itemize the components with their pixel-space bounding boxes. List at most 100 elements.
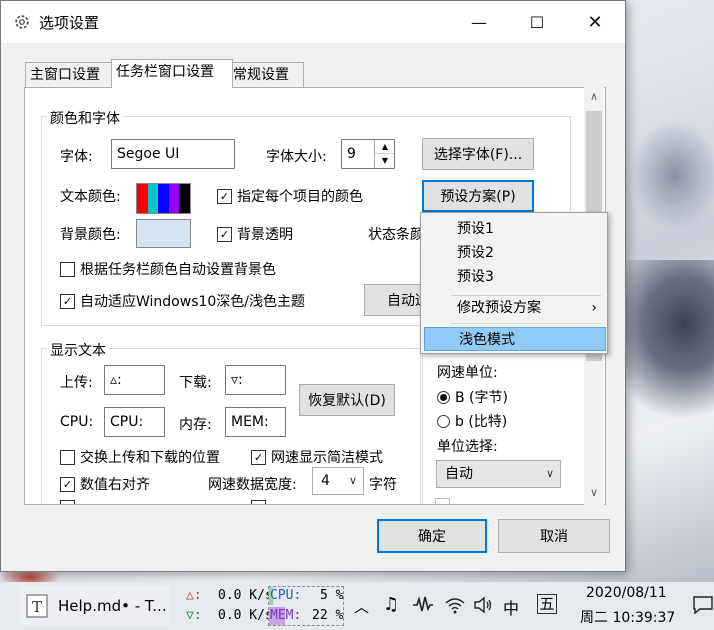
- settings-gear-icon: [15, 15, 29, 29]
- choose-font-button[interactable]: 选择字体(F)...: [422, 138, 534, 170]
- text-color-label: 文本颜色:: [60, 189, 121, 205]
- menu-item-preset-1[interactable]: 预设1: [423, 217, 605, 241]
- status-bar-color-label: 状态条颜: [368, 227, 424, 243]
- upload-speed: 0.0 K/s: [218, 588, 273, 603]
- checkbox-check-icon: ✓: [251, 449, 266, 465]
- ime-language-indicator[interactable]: 中: [503, 595, 519, 619]
- preset-button[interactable]: 预设方案(P): [422, 180, 534, 212]
- ime-mode-indicator[interactable]: 五: [537, 594, 557, 614]
- download-arrow-icon: ▽:: [186, 608, 202, 623]
- show-hidden-icons-icon[interactable]: ︿: [354, 596, 369, 617]
- title-bar[interactable]: 选项设置 — ☐ ✕: [1, 1, 625, 43]
- bg-color-label: 背景颜色:: [60, 227, 121, 243]
- download-text-field[interactable]: ▿:: [225, 365, 286, 395]
- cancel-button[interactable]: 取消: [498, 519, 610, 553]
- per-item-color-checkbox[interactable]: ✓ 指定每个项目的颜色: [217, 186, 363, 206]
- bg-transparent-checkbox[interactable]: ✓ 背景透明: [217, 224, 293, 244]
- scroll-down-icon[interactable]: ∨: [584, 483, 604, 503]
- swap-up-down-label: 交换上传和下载的位置: [80, 450, 220, 466]
- per-item-color-label: 指定每个项目的颜色: [237, 189, 363, 205]
- menu-separator: [451, 323, 601, 324]
- font-label: 字体:: [60, 149, 93, 165]
- font-size-field[interactable]: 9 ▲ ▼: [341, 139, 395, 169]
- cut-off-checkbox[interactable]: ✓: [60, 500, 80, 504]
- checkbox-check-icon: ✓: [217, 188, 232, 204]
- speed-width-label: 网速数据宽度:: [208, 477, 297, 493]
- scroll-up-icon[interactable]: ∧: [584, 87, 604, 107]
- taskbar-mem-label: MEM:: [270, 608, 302, 623]
- unit-select[interactable]: 自动 ∨: [436, 460, 561, 488]
- typora-icon: T: [26, 594, 48, 618]
- menu-item-modify-presets[interactable]: 修改预设方案 ›: [423, 296, 605, 320]
- spin-up-icon[interactable]: ▲: [375, 140, 394, 154]
- chevron-down-icon: ∨: [348, 474, 357, 487]
- compact-mode-checkbox[interactable]: ✓ 网速显示简洁模式: [251, 447, 383, 467]
- taskbar-cpu-label: CPU:: [270, 588, 302, 603]
- clock-date[interactable]: 2020/08/11: [586, 585, 667, 601]
- align-right-label: 数值右对齐: [80, 477, 150, 493]
- auto-bg-checkbox[interactable]: 根据任务栏颜色自动设置背景色: [60, 259, 276, 279]
- download-speed: 0.0 K/s: [218, 608, 273, 623]
- compact-mode-label: 网速显示简洁模式: [271, 450, 383, 466]
- preset-menu: 预设1 预设2 预设3 修改预设方案 › 浅色模式: [420, 212, 608, 354]
- upload-label: 上传:: [60, 375, 93, 391]
- font-size-spinner[interactable]: ▲ ▼: [374, 140, 394, 168]
- font-name-field[interactable]: Segoe UI: [111, 139, 235, 169]
- color-swatch-5: [179, 184, 190, 213]
- tab-taskbar-window[interactable]: 任务栏窗口设置: [111, 59, 233, 88]
- volume-icon[interactable]: [472, 595, 494, 615]
- taskbar-app-typora[interactable]: T Help.md• - T...: [20, 586, 170, 626]
- memory-text-field[interactable]: MEM:: [225, 407, 286, 437]
- taskbar-app-label: Help.md• - T...: [58, 597, 167, 615]
- checkbox-empty-icon: [60, 449, 75, 465]
- audio-waveform-icon[interactable]: [412, 596, 434, 614]
- chars-label: 字符: [369, 477, 397, 493]
- auto-bg-label: 根据任务栏颜色自动设置背景色: [80, 262, 276, 278]
- speed-width-select[interactable]: 4 ∨: [312, 467, 364, 495]
- menu-item-preset-2[interactable]: 预设2: [423, 241, 605, 265]
- upload-arrow-icon: △:: [186, 588, 202, 603]
- color-swatch-1: [137, 184, 148, 213]
- unit-bits-radio[interactable]: b (比特): [437, 411, 507, 431]
- media-icon[interactable]: ♫: [383, 594, 399, 615]
- color-swatch-3: [158, 184, 169, 213]
- checkbox-check-icon: ✓: [60, 476, 75, 492]
- minimize-button[interactable]: —: [451, 1, 507, 43]
- wifi-icon[interactable]: [444, 595, 466, 615]
- svg-text:T: T: [32, 598, 42, 616]
- maximize-icon: ☐: [529, 12, 545, 32]
- unit-bytes-radio[interactable]: B (字节): [437, 387, 508, 407]
- ok-button[interactable]: 确定: [377, 519, 487, 553]
- cut-off-checkbox-2[interactable]: [251, 500, 271, 504]
- unit-bytes-label: B (字节): [455, 390, 508, 406]
- cpu-label: CPU:: [60, 414, 94, 430]
- swap-up-down-checkbox[interactable]: 交换上传和下载的位置: [60, 447, 220, 467]
- menu-item-preset-3[interactable]: 预设3: [423, 265, 605, 289]
- bg-transparent-label: 背景透明: [237, 227, 293, 243]
- minimize-icon: —: [471, 12, 487, 32]
- auto-theme-checkbox[interactable]: ✓ 自动适应Windows10深色/浅色主题: [60, 291, 305, 311]
- notification-icon[interactable]: [692, 595, 714, 615]
- spin-down-icon[interactable]: ▼: [375, 154, 394, 167]
- window-title: 选项设置: [39, 14, 100, 32]
- memory-label: 内存:: [179, 417, 212, 433]
- taskbar-mem-value: 22 %: [312, 608, 344, 623]
- close-button[interactable]: ✕: [567, 1, 623, 43]
- color-swatch-2: [147, 184, 159, 213]
- color-font-group-title: 颜色和字体: [47, 108, 123, 128]
- tab-general[interactable]: 常规设置: [228, 62, 304, 87]
- menu-item-light-mode[interactable]: 浅色模式: [424, 327, 606, 351]
- cpu-text-field[interactable]: CPU:: [104, 407, 165, 437]
- upload-text-field[interactable]: ▵:: [104, 365, 165, 395]
- hide-unit-checkbox[interactable]: [435, 498, 455, 504]
- chevron-down-icon: ∨: [545, 467, 554, 480]
- align-right-checkbox[interactable]: ✓ 数值右对齐: [60, 474, 150, 494]
- tab-main-window[interactable]: 主窗口设置: [25, 62, 115, 87]
- checkbox-check-icon: ✓: [60, 293, 75, 309]
- text-color-swatch[interactable]: [136, 183, 191, 214]
- restore-default-button[interactable]: 恢复默认(D): [299, 384, 395, 416]
- bg-color-swatch[interactable]: [136, 219, 191, 248]
- clock-time[interactable]: 周二 10:39:37: [580, 607, 675, 627]
- maximize-button[interactable]: ☐: [509, 1, 565, 43]
- radio-selected-icon: [437, 390, 450, 404]
